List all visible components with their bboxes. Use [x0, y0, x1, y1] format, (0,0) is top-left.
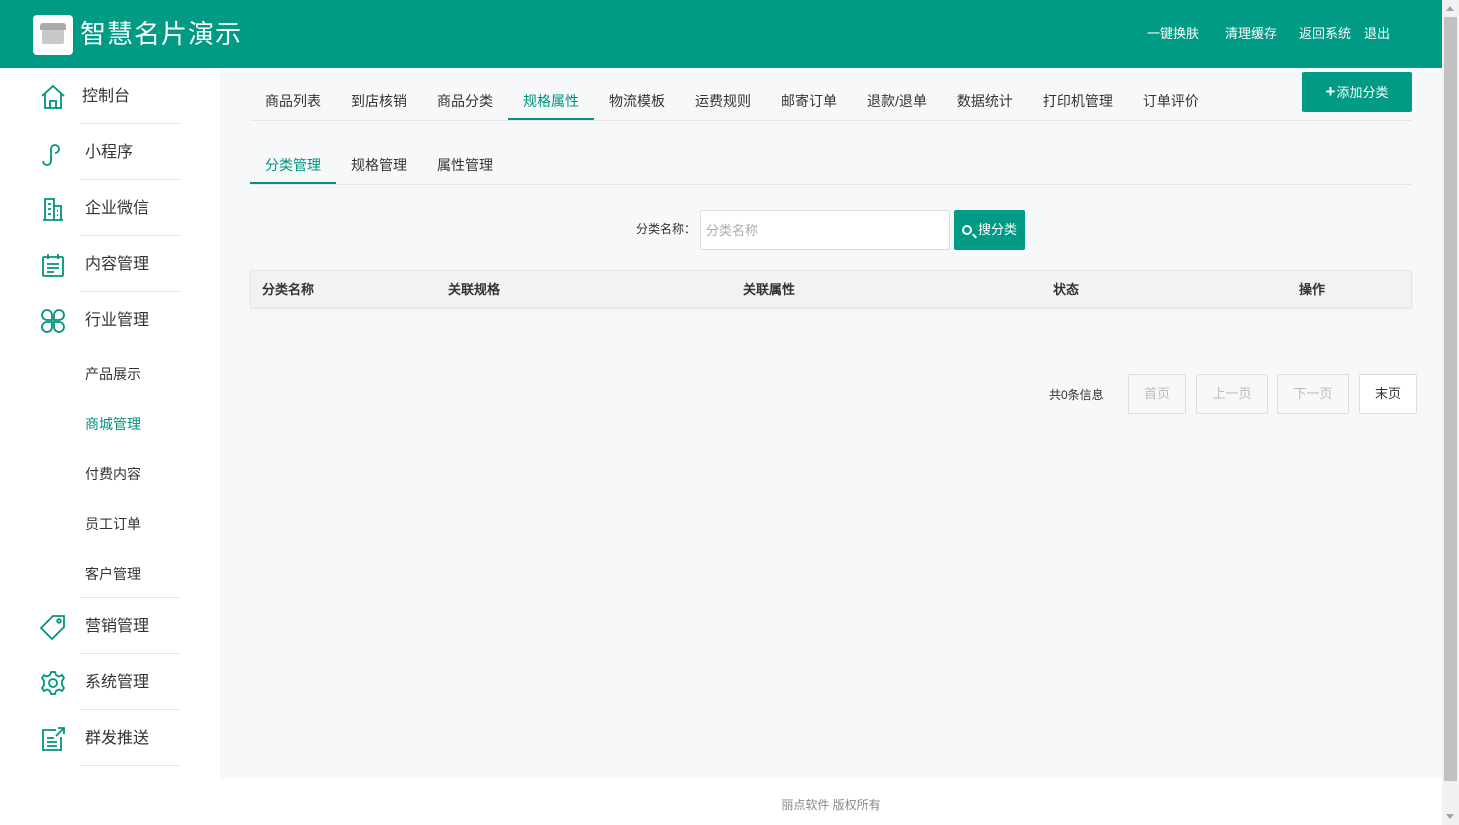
sidebar-item-label: 内容管理 [85, 256, 150, 273]
tab-attribute-manage[interactable]: 属性管理 [422, 150, 508, 184]
building-icon [43, 198, 63, 221]
column-header: 状态 [1053, 282, 1080, 297]
sidebar-sub-customers[interactable]: 客户管理 [85, 565, 141, 583]
prev-page-button[interactable]: 上一页 [1196, 374, 1268, 414]
tab-product-list[interactable]: 商品列表 [250, 86, 336, 120]
sidebar-item-broadcast[interactable]: 群发推送 [0, 710, 220, 766]
sidebar-item-enterprise-wechat[interactable]: 企业微信 [0, 180, 220, 236]
home-icon [41, 84, 65, 109]
tab-refunds[interactable]: 退款/退单 [852, 86, 942, 120]
sidebar-item-label: 群发推送 [85, 730, 150, 747]
category-table-header: 分类名称 关联规格 关联属性 状态 操作 [250, 270, 1412, 308]
divider [80, 765, 180, 766]
search-button-label: 搜分类 [977, 222, 1017, 237]
scroll-up-arrow-icon[interactable] [1446, 6, 1454, 11]
tab-printer[interactable]: 打印机管理 [1028, 86, 1128, 120]
add-category-button[interactable]: +添加分类 [1302, 72, 1412, 112]
main-tabs: 商品列表 到店核销 商品分类 规格属性 物流模板 运费规则 邮寄订单 退款/退单… [250, 86, 1412, 121]
gear-icon [40, 671, 66, 695]
next-page-button[interactable]: 下一页 [1277, 374, 1349, 414]
sidebar-item-label: 营销管理 [85, 618, 150, 635]
tab-spec-attributes[interactable]: 规格属性 [508, 86, 594, 120]
sub-tabs: 分类管理 规格管理 属性管理 [250, 150, 1412, 185]
sidebar-item-label: 企业微信 [85, 200, 150, 217]
category-search-input[interactable] [700, 210, 950, 250]
sidebar-item-marketing[interactable]: 营销管理 [0, 598, 220, 654]
clipboard-icon [42, 254, 64, 277]
column-header: 关联属性 [743, 282, 796, 297]
sidebar-sub-product-display[interactable]: 产品展示 [85, 365, 141, 383]
tab-spec-manage[interactable]: 规格管理 [336, 150, 422, 184]
scrollbar[interactable] [1442, 0, 1459, 825]
tab-category-manage[interactable]: 分类管理 [250, 150, 336, 184]
tab-store-verify[interactable]: 到店核销 [336, 86, 422, 120]
tab-logistics-template[interactable]: 物流模板 [594, 86, 680, 120]
sidebar-item-dashboard[interactable]: 控制台 [0, 68, 220, 124]
column-header: 操作 [1299, 282, 1326, 297]
main-content: 商品列表 到店核销 商品分类 规格属性 物流模板 运费规则 邮寄订单 退款/退单… [220, 68, 1442, 778]
add-category-label: 添加分类 [1336, 85, 1389, 100]
scroll-down-arrow-icon[interactable] [1446, 814, 1454, 819]
top-header: 智慧名片演示 一键换肤 清理缓存 返回系统 退出 [0, 0, 1442, 68]
app-title: 智慧名片演示 [80, 19, 243, 49]
footer: 丽点软件 版权所有 [220, 778, 1442, 825]
tab-mail-orders[interactable]: 邮寄订单 [766, 86, 852, 120]
tab-order-reviews[interactable]: 订单评价 [1128, 86, 1214, 120]
sidebar-item-label: 系统管理 [85, 674, 150, 691]
top-links: 一键换肤 清理缓存 返回系统 退出 [1147, 26, 1390, 42]
first-page-button[interactable]: 首页 [1128, 374, 1186, 414]
last-page-button[interactable]: 末页 [1359, 374, 1417, 414]
switch-skin-link[interactable]: 一键换肤 [1147, 26, 1199, 42]
grid-icon [41, 309, 65, 333]
column-header: 分类名称 [262, 282, 315, 297]
pager-info: 共0条信息 [1049, 388, 1104, 402]
sidebar-item-industry[interactable]: 行业管理 [0, 292, 220, 348]
sidebar-item-mini-program[interactable]: 小程序 [0, 124, 220, 180]
logo [33, 15, 73, 55]
tag-icon [40, 615, 65, 640]
clear-cache-link[interactable]: 清理缓存 [1225, 26, 1277, 42]
sidebar-sub-staff-orders[interactable]: 员工订单 [85, 515, 141, 533]
logout-link[interactable]: 退出 [1364, 26, 1390, 42]
search-icon [961, 225, 972, 235]
sidebar-item-label: 小程序 [85, 144, 134, 161]
sidebar-item-label: 控制台 [82, 88, 131, 105]
edit-icon [42, 727, 65, 751]
search-label: 分类名称： [636, 222, 697, 236]
tab-product-category[interactable]: 商品分类 [422, 86, 508, 120]
scroll-thumb[interactable] [1444, 17, 1457, 781]
sidebar-item-system[interactable]: 系统管理 [0, 654, 220, 710]
shop-icon [40, 23, 66, 44]
sidebar-item-label: 行业管理 [85, 312, 150, 329]
search-category-button[interactable]: 搜分类 [954, 210, 1025, 250]
sidebar-sub-mall[interactable]: 商城管理 [85, 415, 141, 433]
tab-statistics[interactable]: 数据统计 [942, 86, 1028, 120]
sidebar-item-content[interactable]: 内容管理 [0, 236, 220, 292]
column-header: 关联规格 [448, 282, 501, 297]
tab-shipping-rules[interactable]: 运费规则 [680, 86, 766, 120]
mini-program-icon [42, 144, 60, 166]
plus-icon: + [1325, 82, 1336, 101]
sidebar: 控制台 小程序 企业微信 内容管理 行业管理 产品展示 商城管理 付费内容 员工… [0, 68, 220, 825]
sidebar-sub-paid-content[interactable]: 付费内容 [85, 465, 141, 483]
return-system-link[interactable]: 返回系统 [1299, 26, 1351, 42]
